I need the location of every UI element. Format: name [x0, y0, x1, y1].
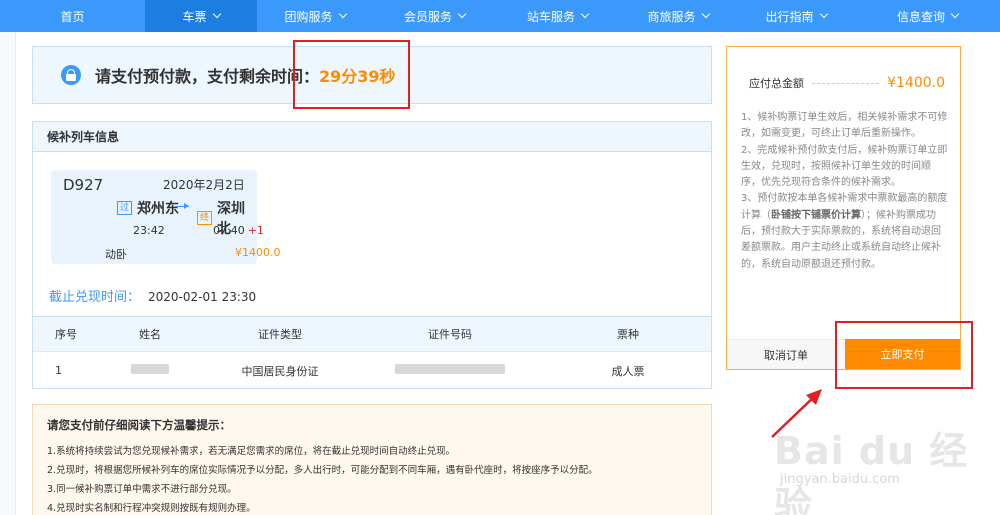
total-label: 应付总金额 — [749, 77, 804, 90]
nav-home[interactable]: 首页 — [0, 0, 145, 32]
passenger-table: 序号 姓名 证件类型 证件号码 票种 1 中国居民身份证 成人票 — [33, 316, 711, 389]
chevron-down-icon — [950, 9, 960, 19]
lock-icon — [61, 65, 81, 85]
train-info-panel: 候补列车信息 D927 2020年2月2日 过郑州东 终深圳北 23:42 07… — [32, 121, 712, 389]
from-station: 过郑州东 — [117, 198, 179, 218]
seat-type: 动卧 — [105, 248, 127, 261]
left-edge-strip — [0, 32, 16, 515]
notice-title: 请您支付前仔细阅读下方温馨提示： — [47, 418, 231, 432]
watermark-logo: Bai du 经验 — [774, 429, 969, 515]
pass-badge: 过 — [117, 201, 133, 215]
annotation-box-pay — [835, 321, 973, 389]
nav-business-service[interactable]: 商旅服务 — [619, 0, 737, 32]
notice-line: 2.兑现时，将根据您所候补列车的席位实际情况予以分配，多人出行时，可能分配到不同… — [47, 465, 598, 476]
chevron-down-icon — [457, 9, 467, 19]
nav-travel-guide[interactable]: 出行指南 — [737, 0, 855, 32]
deadline-label: 截止兑现时间： — [49, 290, 141, 305]
train-number: D927 — [63, 176, 104, 194]
cancel-order-button[interactable]: 取消订单 — [727, 339, 845, 369]
train-ticket-card: D927 2020年2月2日 过郑州东 终深圳北 23:42 07:40 +1 动… — [51, 170, 281, 264]
train-date: 2020年2月2日 — [163, 178, 245, 192]
ticket-price: ¥1400.0 — [235, 246, 281, 259]
passenger-name-redacted — [95, 364, 205, 377]
notice-line: 3.同一候补购票订单中需求不进行部分兑现。 — [47, 484, 237, 495]
nav-station-service[interactable]: 站车服务 — [496, 0, 619, 32]
rules-text: 1、候补购票订单生效后，相关候补需求不可修改，如需变更，可终止订单后重新操作。 … — [741, 112, 948, 270]
top-nav: 首页 车票 团购服务 会员服务 站车服务 商旅服务 出行指南 信息查询 — [0, 0, 1000, 32]
notice-line: 1.系统将持续尝试为您兑现候补需求，若无满足您需求的席位，将在截止兑现时间自动终… — [47, 446, 456, 457]
day-offset: +1 — [247, 224, 264, 237]
arrive-time: 07:40 +1 — [213, 224, 264, 237]
chevron-down-icon — [212, 9, 221, 19]
nav-tickets[interactable]: 车票 — [145, 0, 257, 32]
annotation-box-timer — [293, 40, 410, 109]
table-header: 序号 姓名 证件类型 证件号码 票种 — [33, 316, 711, 352]
nav-info-query[interactable]: 信息查询 — [855, 0, 1000, 32]
dotted-leader — [812, 82, 880, 84]
total-row: 应付总金额 ¥1400.0 — [749, 75, 945, 91]
notice-line: 4.兑现时实名制和行程冲突规则按既有规则办理。 — [47, 503, 256, 514]
arrow-right-icon — [175, 203, 189, 209]
payment-title: 请支付预付款，支付剩余时间： — [95, 67, 320, 86]
baidu-watermark: Bai du 经验 jingyan.baidu.com — [770, 420, 990, 515]
panel-title: 候补列车信息 — [33, 122, 711, 152]
id-number-redacted — [355, 364, 545, 377]
total-amount: ¥1400.0 — [887, 75, 945, 91]
terminal-badge: 终 — [197, 211, 213, 225]
depart-time: 23:42 — [133, 224, 165, 237]
chevron-down-icon — [701, 9, 710, 19]
chevron-down-icon — [580, 9, 590, 19]
watermark-url: jingyan.baidu.com — [780, 472, 900, 487]
nav-group-service[interactable]: 团购服务 — [257, 0, 373, 32]
chevron-down-icon — [338, 9, 347, 19]
deadline: 截止兑现时间： 2020-02-01 23:30 — [49, 286, 256, 305]
table-row: 1 中国居民身份证 成人票 — [55, 364, 645, 378]
chevron-down-icon — [819, 9, 828, 19]
deadline-value: 2020-02-01 23:30 — [148, 290, 257, 304]
nav-member-service[interactable]: 会员服务 — [373, 0, 496, 32]
notice-box: 请您支付前仔细阅读下方温馨提示： 1.系统将持续尝试为您兑现候补需求，若无满足您… — [32, 404, 712, 515]
